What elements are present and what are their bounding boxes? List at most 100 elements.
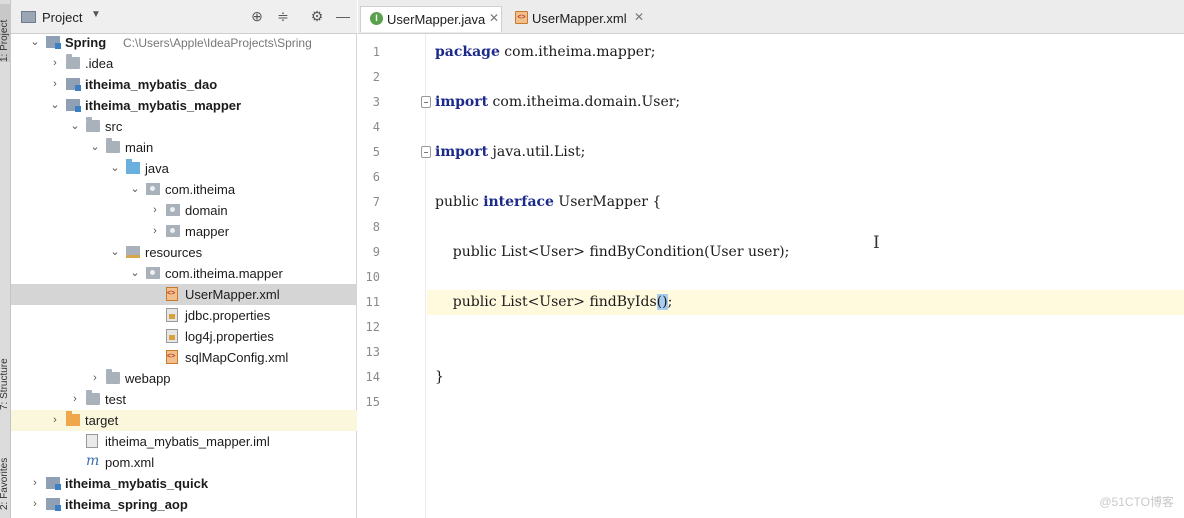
tree-item[interactable]: ⌄ resources <box>11 242 357 263</box>
code-token: public List<User> findByIds <box>435 294 657 310</box>
chevron-right-icon[interactable]: › <box>69 392 81 406</box>
tree-item[interactable]: ⌄ itheima_mybatis_mapper <box>11 95 357 116</box>
tab-usermapper-java[interactable]: I UserMapper.java ✕ <box>360 6 502 32</box>
tree-item[interactable]: sqlMapConfig.xml <box>11 347 357 368</box>
code-line[interactable]: 9 public List<User> findByCondition(User… <box>358 240 1184 265</box>
code-token: com.itheima.mapper; <box>499 44 656 60</box>
keyword-token: import <box>435 144 489 160</box>
chevron-down-icon[interactable]: ▼ <box>91 9 101 20</box>
code-line[interactable]: 10 <box>358 265 1184 290</box>
code-line[interactable]: 11 public List<User> findByIds(); <box>358 290 1184 315</box>
line-number: 12 <box>365 320 380 334</box>
locate-icon[interactable]: ⊕ <box>249 8 265 24</box>
chevron-down-icon[interactable]: ⌄ <box>129 266 141 280</box>
mouse-cursor-icon: I <box>873 233 880 253</box>
tree-item[interactable]: log4j.properties <box>11 326 357 347</box>
tree-item[interactable]: › domain <box>11 200 357 221</box>
tree-item[interactable]: ⌄ src <box>11 116 357 137</box>
tree-item[interactable]: › itheima_mybatis_dao <box>11 74 357 95</box>
tree-item-label: target <box>85 413 119 428</box>
chevron-down-icon[interactable]: ⌄ <box>109 161 121 175</box>
fold-icon[interactable] <box>421 96 431 108</box>
tree-item[interactable]: UserMapper.xml <box>11 284 357 305</box>
chevron-down-icon[interactable]: ⌄ <box>129 182 141 196</box>
tab-usermapper-xml[interactable]: <> UserMapper.xml ✕ <box>506 6 650 32</box>
chevron-right-icon[interactable]: › <box>49 56 61 70</box>
package-icon <box>166 225 180 237</box>
line-number: 9 <box>372 245 380 259</box>
code-line[interactable]: 7 public interface UserMapper { <box>358 190 1184 215</box>
line-number: 11 <box>365 295 380 309</box>
hide-icon[interactable]: — <box>335 8 351 24</box>
folder-icon <box>106 138 120 153</box>
chevron-right-icon[interactable]: › <box>89 371 101 385</box>
tree-item[interactable]: ⌄ main <box>11 137 357 158</box>
tree-item[interactable]: › webapp <box>11 368 357 389</box>
tree-item-label: itheima_mybatis_mapper.iml <box>105 434 270 449</box>
chevron-down-icon[interactable]: ⌄ <box>109 245 121 259</box>
code-line[interactable]: 15 <box>358 390 1184 415</box>
project-view-selector[interactable]: Project <box>42 10 82 25</box>
code-line[interactable]: 5 import java.util.List; <box>358 140 1184 165</box>
code-line[interactable]: 3 import com.itheima.domain.User; <box>358 90 1184 115</box>
tree-item[interactable]: itheima_mybatis_mapper.iml <box>11 431 357 452</box>
fold-icon[interactable] <box>421 146 431 158</box>
code-line[interactable]: 13 <box>358 340 1184 365</box>
code-line[interactable]: 1 package com.itheima.mapper; <box>358 40 1184 65</box>
tree-item[interactable]: ⌄ java <box>11 158 357 179</box>
line-number: 14 <box>365 370 380 384</box>
code-text: public List<User> findByCondition(User u… <box>435 244 790 261</box>
tree-item[interactable]: › target <box>11 410 357 431</box>
tree-item-label: jdbc.properties <box>185 308 271 323</box>
code-line[interactable]: 4 <box>358 115 1184 140</box>
chevron-down-icon[interactable]: ⌄ <box>29 35 41 49</box>
chevron-down-icon[interactable]: ⌄ <box>69 119 81 133</box>
code-line[interactable]: 6 <box>358 165 1184 190</box>
chevron-down-icon[interactable]: ⌄ <box>89 140 101 154</box>
tree-item[interactable]: ⌄ Spring C:\Users\Apple\IdeaProjects\Sprin… <box>11 32 357 53</box>
chevron-right-icon[interactable]: › <box>49 77 61 91</box>
tree-item[interactable]: m pom.xml <box>11 452 357 473</box>
folder-icon <box>66 54 80 69</box>
keyword-token: package <box>435 44 500 60</box>
tab-label: UserMapper.java <box>387 12 486 27</box>
line-number: 8 <box>372 220 380 234</box>
chevron-right-icon[interactable]: › <box>149 224 161 238</box>
project-panel: Project ▼ ⊕ ≑ ⚙ — ⌄ Spring C:\Users\Apple\… <box>11 0 368 518</box>
code-line[interactable]: 8 <box>358 215 1184 240</box>
chevron-right-icon[interactable]: › <box>149 203 161 217</box>
tree-item[interactable]: jdbc.properties <box>11 305 357 326</box>
collapse-all-icon[interactable]: ≑ <box>275 8 291 24</box>
code-line[interactable]: 12 <box>358 315 1184 340</box>
close-icon[interactable]: ✕ <box>634 10 644 25</box>
tree-item[interactable]: ⌄ com.itheima <box>11 179 357 200</box>
tree-item-label: Spring <box>65 35 107 50</box>
xml-file-icon <box>166 287 178 301</box>
code-text: import java.util.List; <box>435 144 585 161</box>
tree-item[interactable]: › mapper <box>11 221 357 242</box>
tree-item[interactable]: ⌄ com.itheima.mapper <box>11 263 357 284</box>
tree-item[interactable]: › test <box>11 389 357 410</box>
code-text: public List<User> findByIds(); <box>435 294 672 311</box>
line-number: 15 <box>365 395 380 409</box>
tree-item[interactable]: › itheima_mybatis_quick <box>11 473 357 494</box>
keyword-token: import <box>435 94 489 110</box>
tree-item[interactable]: › .idea <box>11 53 357 74</box>
chevron-down-icon[interactable]: ⌄ <box>49 98 61 112</box>
tree-item[interactable]: › itheima_spring_aop <box>11 494 357 515</box>
code-line[interactable]: 14} <box>358 365 1184 390</box>
maven-icon: m <box>86 453 100 469</box>
gear-icon[interactable]: ⚙ <box>309 8 325 24</box>
chevron-right-icon[interactable]: › <box>49 413 61 427</box>
tree-item-label: src <box>105 119 123 134</box>
code-line[interactable]: 2 <box>358 65 1184 90</box>
close-icon[interactable]: ✕ <box>489 11 499 26</box>
line-number: 7 <box>372 195 380 209</box>
chevron-right-icon[interactable]: › <box>29 476 41 490</box>
code-text: package com.itheima.mapper; <box>435 44 656 61</box>
chevron-right-icon[interactable]: › <box>29 497 41 511</box>
package-icon <box>146 183 160 195</box>
line-number: 13 <box>365 345 380 359</box>
line-number: 6 <box>372 170 380 184</box>
project-panel-header: Project ▼ ⊕ ≑ ⚙ — <box>11 0 357 34</box>
